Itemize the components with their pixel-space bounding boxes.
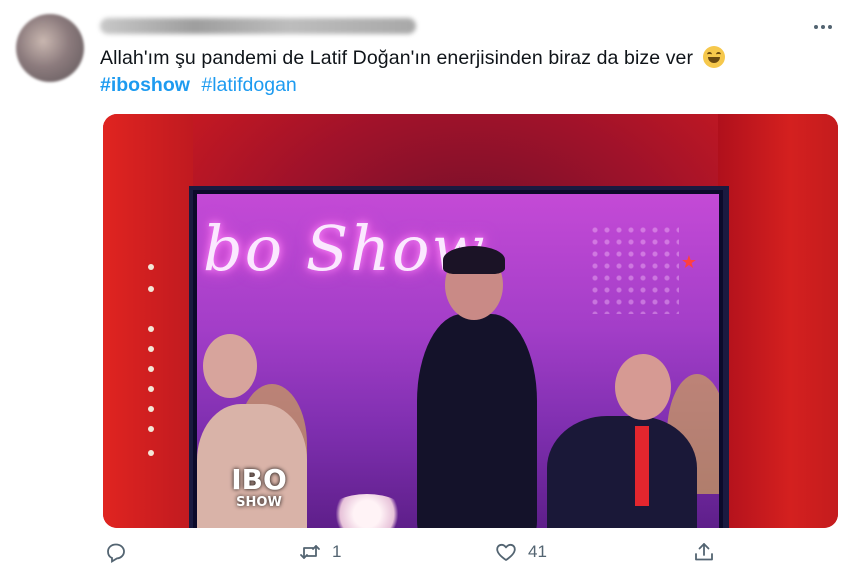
background-wall-right <box>718 114 838 528</box>
show-logo-badge: IBO SHOW <box>231 452 287 524</box>
hashtag-latifdogan[interactable]: #latifdogan <box>201 74 296 96</box>
channel-star-logo-icon: ★ <box>680 252 697 272</box>
avatar[interactable] <box>16 14 84 82</box>
like-button[interactable]: 41 <box>494 540 547 564</box>
tv-screen: bo Show ★ IBO SHOW <box>197 194 719 528</box>
tweet-media-photo[interactable]: bo Show ★ IBO SHOW <box>103 114 838 528</box>
guest-right <box>547 416 697 528</box>
wall-light-dot <box>148 450 154 456</box>
more-options-icon[interactable] <box>810 22 836 32</box>
singer <box>417 314 537 528</box>
hashtag-list: #iboshow #latifdogan <box>100 74 303 97</box>
wall-light-dot <box>148 386 154 392</box>
guest-right-tie <box>635 426 649 506</box>
wall-light-dot <box>148 406 154 412</box>
singer-hair <box>443 246 505 274</box>
share-icon <box>695 543 713 561</box>
television: bo Show ★ IBO SHOW <box>189 186 729 528</box>
badge-line-1: IBO <box>231 463 287 496</box>
guest-right-head <box>615 354 671 420</box>
wall-light-dot <box>148 326 154 332</box>
wall-light-dot <box>148 346 154 352</box>
neon-sign: bo Show <box>203 212 487 285</box>
flower-arrangement <box>327 494 407 528</box>
wall-light-dot <box>148 264 154 270</box>
tweet-text: Allah'ım şu pandemi de Latif Doğan'ın en… <box>100 46 820 71</box>
badge-line-2: SHOW <box>236 495 282 510</box>
like-count: 41 <box>528 542 547 561</box>
retweet-button[interactable]: 1 <box>298 540 341 564</box>
stage-lights <box>589 224 679 314</box>
hashtag-iboshow[interactable]: #iboshow <box>100 74 190 96</box>
action-bar: 1 41 <box>0 540 850 576</box>
reply-button[interactable] <box>104 540 138 564</box>
wall-light-dot <box>148 366 154 372</box>
redacted-username <box>100 18 416 34</box>
wall-light-dot <box>148 286 154 292</box>
background-wall-left <box>103 114 193 528</box>
wall-light-dot <box>148 426 154 432</box>
grinning-face-emoji-icon <box>702 46 725 68</box>
share-button[interactable] <box>692 540 726 564</box>
guest-left-head <box>203 334 257 398</box>
retweet-count: 1 <box>332 542 342 561</box>
retweet-icon <box>300 545 320 559</box>
reply-icon <box>107 543 125 563</box>
tweet-card: Allah'ım şu pandemi de Latif Doğan'ın en… <box>0 0 850 579</box>
tweet-body: Allah'ım şu pandemi de Latif Doğan'ın en… <box>100 47 694 69</box>
heart-icon <box>496 543 516 561</box>
